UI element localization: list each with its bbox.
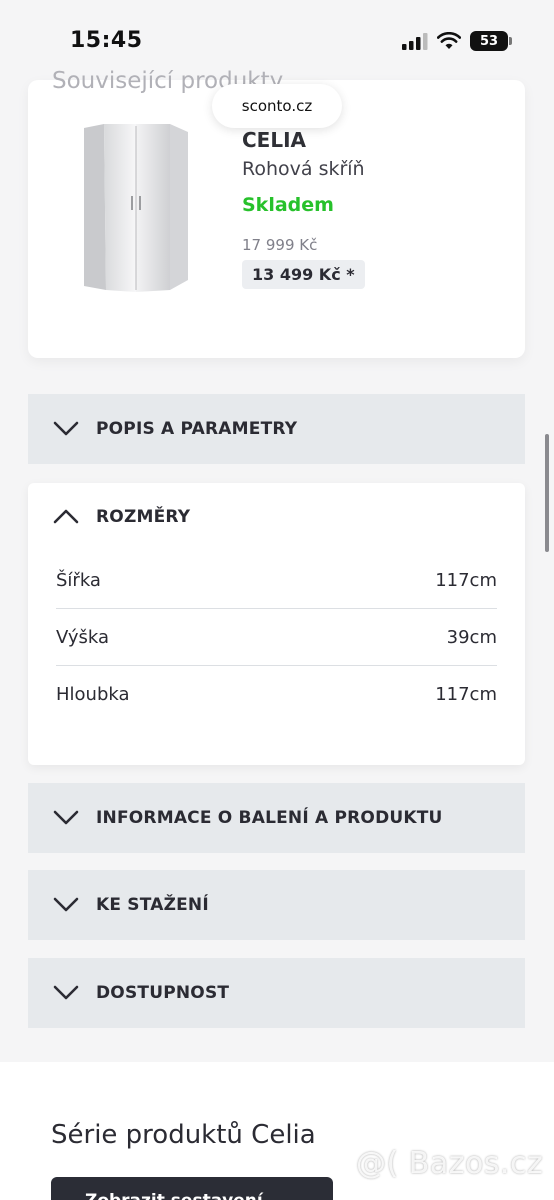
price-discounted: 13 499 Kč * <box>242 260 365 289</box>
dimension-label: Šířka <box>56 569 101 591</box>
chevron-down-icon <box>53 810 79 825</box>
chevron-down-icon <box>53 985 79 1000</box>
product-type: Rohová skříň <box>242 158 365 180</box>
status-bar: 15:45 53 <box>0 0 554 70</box>
wifi-icon <box>437 32 461 49</box>
dimension-label: Výška <box>56 626 109 648</box>
accordion-title: DOSTUPNOST <box>96 983 230 1003</box>
chevron-down-icon <box>53 421 79 436</box>
scrollbar[interactable] <box>545 434 549 552</box>
dimension-value: 39cm <box>446 626 497 648</box>
product-name[interactable]: CELIA <box>242 128 306 152</box>
accordion-dimensions: ROZMĚRY Šířka 117cm Výška 39cm Hloubka 1… <box>28 483 525 765</box>
status-time: 15:45 <box>70 28 143 53</box>
corner-wardrobe-image <box>84 124 188 292</box>
accordion-title: KE STAŽENÍ <box>96 895 209 915</box>
accordion-availability[interactable]: DOSTUPNOST <box>28 958 525 1028</box>
accordion-title: POPIS A PARAMETRY <box>96 419 298 439</box>
dimension-value: 117cm <box>435 569 497 591</box>
accordion-title[interactable]: ROZMĚRY <box>96 507 190 527</box>
cellular-signal-icon <box>402 32 428 50</box>
battery-icon: 53 <box>470 31 512 51</box>
accordion-description[interactable]: POPIS A PARAMETRY <box>28 394 525 464</box>
dimension-label: Hloubka <box>56 684 130 705</box>
show-set-button[interactable]: Zobrazit sestavení <box>51 1177 333 1200</box>
chevron-up-icon[interactable] <box>53 508 79 525</box>
url-bar[interactable]: sconto.cz <box>212 84 342 128</box>
status-icons: 53 <box>402 31 512 51</box>
bazos-watermark: @( Bazos.cz <box>356 1146 544 1181</box>
accordion-packaging[interactable]: INFORMACE O BALENÍ A PRODUKTU <box>28 783 525 853</box>
dimension-row-height: Výška 39cm <box>56 609 497 666</box>
dimension-value: 117cm <box>435 684 497 705</box>
dimension-row-depth: Hloubka 117cm <box>56 666 497 723</box>
stock-status: Skladem <box>242 194 334 216</box>
price-original: 17 999 Kč <box>242 236 318 254</box>
series-title: Série produktů Celia <box>51 1120 316 1150</box>
accordion-downloads[interactable]: KE STAŽENÍ <box>28 870 525 940</box>
chevron-down-icon <box>53 897 79 912</box>
dimension-row-width: Šířka 117cm <box>56 552 497 609</box>
accordion-title: INFORMACE O BALENÍ A PRODUKTU <box>96 808 443 828</box>
